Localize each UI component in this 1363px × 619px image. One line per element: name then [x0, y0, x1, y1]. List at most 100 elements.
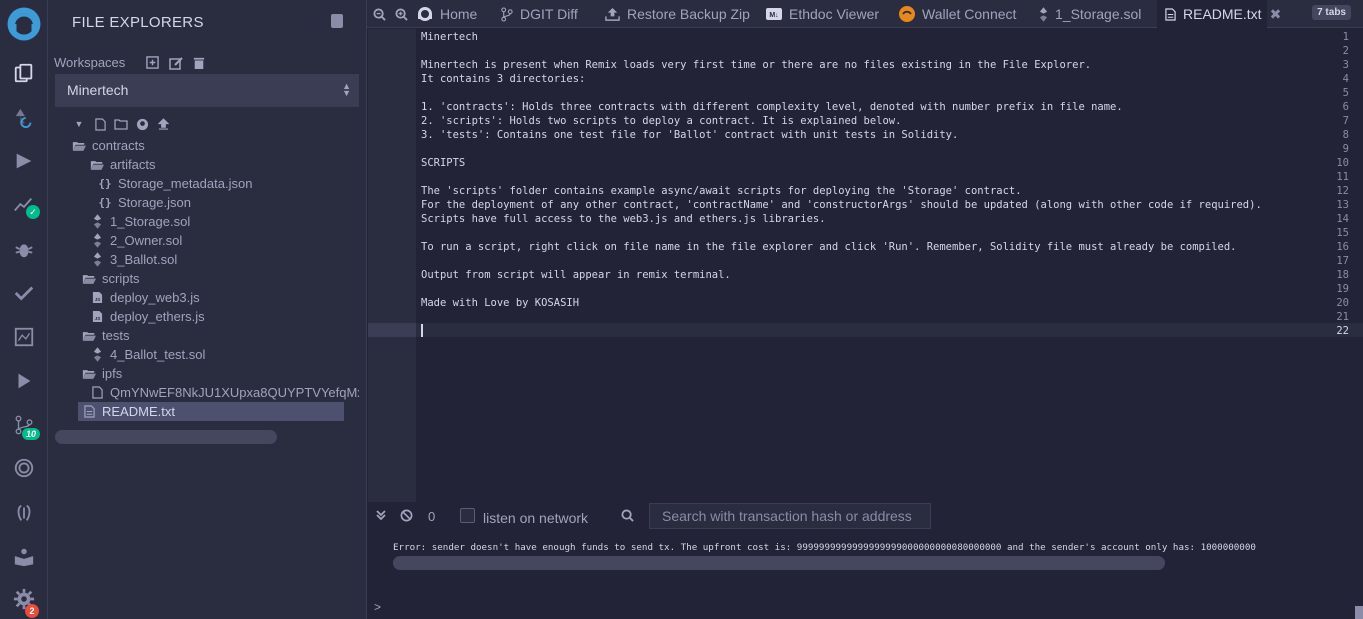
deploy-run-icon[interactable] — [0, 144, 48, 178]
solidity-file-icon — [90, 214, 104, 229]
collapse-terminal-icon[interactable] — [376, 510, 386, 520]
tree-file[interactable]: JS deploy_web3.js — [90, 288, 359, 307]
learneth-icon[interactable] — [0, 540, 48, 574]
solidity-file-icon — [90, 252, 104, 267]
delete-workspace-icon[interactable] — [191, 55, 206, 70]
line-number: 22 — [1336, 325, 1349, 337]
listen-network-checkbox[interactable] — [460, 508, 475, 523]
tab-home[interactable]: Home — [417, 0, 477, 28]
workspace-select[interactable]: Minertech ▲ ▼ — [55, 74, 359, 107]
icon-panel: ✓ 10 2 — [0, 0, 48, 619]
debugger-icon[interactable] — [0, 232, 48, 266]
code-line: To run a script, right click on file nam… — [421, 241, 1237, 253]
tab-readme-txt[interactable]: README.txt ✖ — [1157, 0, 1281, 28]
pending-tx-count: 0 — [428, 509, 436, 524]
github-icon[interactable] — [135, 117, 149, 131]
upload-icon[interactable] — [156, 117, 170, 131]
tree-file[interactable]: JS deploy_ethers.js — [90, 307, 359, 326]
git-icon[interactable]: 10 — [0, 408, 48, 442]
zoom-out-icon[interactable] — [373, 0, 386, 28]
tree-folder[interactable]: tests — [82, 326, 359, 345]
tree-item-label: QmYNwEF8NkJU1XUpxa8QUYPTVYefqMx — [110, 385, 359, 400]
new-folder-icon[interactable] — [114, 117, 128, 131]
code-line: SCRIPTS — [421, 157, 466, 169]
plugin-icon[interactable] — [0, 451, 48, 485]
file-icon — [90, 386, 104, 400]
line-number: 7 — [1342, 115, 1349, 127]
folder-open-icon — [82, 367, 96, 381]
line-number: 6 — [1342, 101, 1349, 113]
svg-text:M↓: M↓ — [769, 12, 778, 19]
new-file-icon[interactable] — [93, 117, 107, 131]
rename-workspace-icon[interactable] — [168, 55, 183, 70]
create-workspace-icon[interactable] — [145, 55, 160, 70]
solidity-static-analysis-icon[interactable] — [0, 320, 48, 354]
svg-text:JS: JS — [94, 316, 100, 321]
tree-item-label: deploy_ethers.js — [110, 309, 205, 324]
tree-file[interactable]: {} Storage.json — [98, 193, 359, 212]
tree-file[interactable]: 1_Storage.sol — [90, 212, 359, 231]
tab-count-badge[interactable]: 7 tabs — [1312, 5, 1351, 20]
line-number: 15 — [1336, 227, 1349, 239]
tree-folder[interactable]: scripts — [82, 269, 359, 288]
remix-logo-icon[interactable] — [0, 5, 48, 43]
settings-badge: 2 — [25, 604, 39, 618]
tree-item-label: 1_Storage.sol — [110, 214, 191, 229]
code-line: The 'scripts' folder contains example as… — [421, 185, 1022, 197]
upload-icon — [605, 7, 620, 22]
code-line: Made with Love by KOSASIH — [421, 297, 580, 309]
settings-icon[interactable]: 2 — [0, 582, 48, 618]
explorer-horizontal-scrollbar[interactable] — [55, 430, 277, 444]
tree-file[interactable]: 3_Ballot.sol — [90, 250, 359, 269]
line-number: 14 — [1336, 213, 1349, 225]
terminal-horizontal-scrollbar[interactable] — [393, 556, 1165, 570]
current-line-highlight — [416, 323, 1363, 337]
unit-testing-icon[interactable] — [0, 276, 48, 310]
folder-open-icon — [82, 272, 96, 286]
code-line: 2. 'scripts': Holds two scripts to deplo… — [421, 115, 902, 127]
file-explorer-icon[interactable] — [0, 56, 48, 90]
tree-item-label: scripts — [102, 271, 140, 286]
line-number: 4 — [1342, 73, 1349, 85]
file-explorer-panel: FILE EXPLORERS Workspaces Minertech ▲ ▼ ▼… — [48, 0, 367, 619]
code-line: 1. 'contracts': Holds three contracts wi… — [421, 101, 1123, 113]
tree-file[interactable]: {} Storage_metadata.json — [98, 174, 359, 193]
folder-open-icon — [90, 158, 104, 172]
tab-ethdoc-viewer[interactable]: M↓ Ethdoc Viewer — [766, 0, 879, 28]
zoom-in-icon[interactable] — [395, 0, 408, 28]
terminal-search-input[interactable]: Search with transaction hash or address — [649, 503, 931, 529]
terminal-output: Error: sender doesn't have enough funds … — [367, 532, 1363, 619]
dgit-icon[interactable] — [0, 496, 48, 530]
tree-folder[interactable]: artifacts — [90, 155, 359, 174]
tree-folder[interactable]: contracts — [72, 136, 359, 155]
line-number: 3 — [1342, 59, 1349, 71]
tree-folder[interactable]: ipfs — [82, 364, 359, 383]
listen-network-label: listen on network — [483, 510, 589, 526]
run-script-icon[interactable] — [0, 364, 48, 398]
line-number: 16 — [1336, 241, 1349, 253]
solidity-compiler-icon[interactable] — [0, 101, 48, 135]
home-icon — [417, 6, 433, 22]
analytics-icon[interactable]: ✓ — [0, 188, 48, 222]
line-number: 20 — [1336, 297, 1349, 309]
documentation-icon[interactable] — [331, 14, 343, 28]
workspace-selected-value: Minertech — [67, 82, 129, 98]
close-tab-icon[interactable]: ✖ — [1270, 6, 1282, 23]
clear-console-icon[interactable] — [400, 509, 413, 522]
code-editor[interactable]: 1 2 3 4 5 6 7 8 9 10 11 12 13 14 15 16 17 18 19 20 21 22 Mine… — [368, 29, 1363, 502]
tree-file[interactable]: QmYNwEF8NkJU1XUpxa8QUYPTVYefqMx — [90, 383, 359, 402]
terminal-prompt[interactable]: > — [374, 600, 381, 614]
tab-1-storage-sol[interactable]: 1_Storage.sol — [1039, 0, 1141, 28]
terminal-vertical-scrollbar[interactable] — [1355, 606, 1363, 619]
check-badge-icon: ✓ — [26, 205, 40, 219]
tab-restore-backup-zip[interactable]: Restore Backup Zip — [605, 0, 750, 28]
tree-item-label: 3_Ballot.sol — [110, 252, 178, 267]
tree-file[interactable]: README.txt — [78, 402, 344, 421]
text-file-icon — [1165, 7, 1176, 21]
tab-dgit-diff[interactable]: DGIT Diff — [500, 0, 578, 28]
tree-file[interactable]: 2_Owner.sol — [90, 231, 359, 250]
tree-file[interactable]: 4_Ballot_test.sol — [90, 345, 359, 364]
collapse-caret-icon[interactable]: ▼ — [72, 117, 86, 131]
code-line: Scripts have full access to the web3.js … — [421, 213, 826, 225]
tab-wallet-connect[interactable]: Wallet Connect — [899, 0, 1016, 28]
